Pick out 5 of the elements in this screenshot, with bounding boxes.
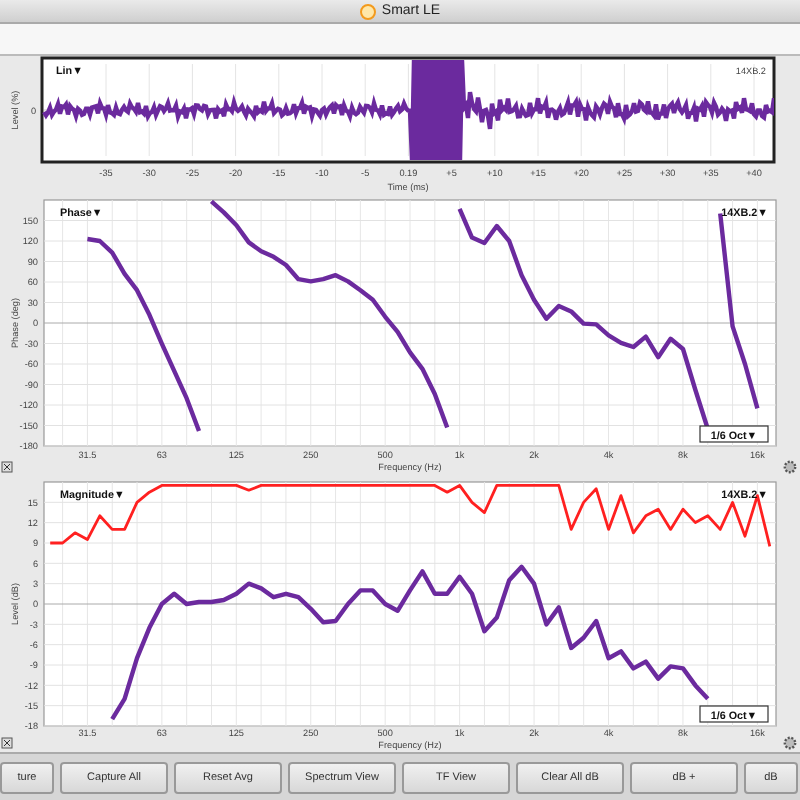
settings-icon[interactable] — [783, 736, 797, 750]
app-icon — [359, 3, 376, 19]
close-icon[interactable] — [1, 737, 13, 749]
settings-icon[interactable] — [783, 460, 797, 474]
close-icon[interactable] — [1, 461, 13, 473]
